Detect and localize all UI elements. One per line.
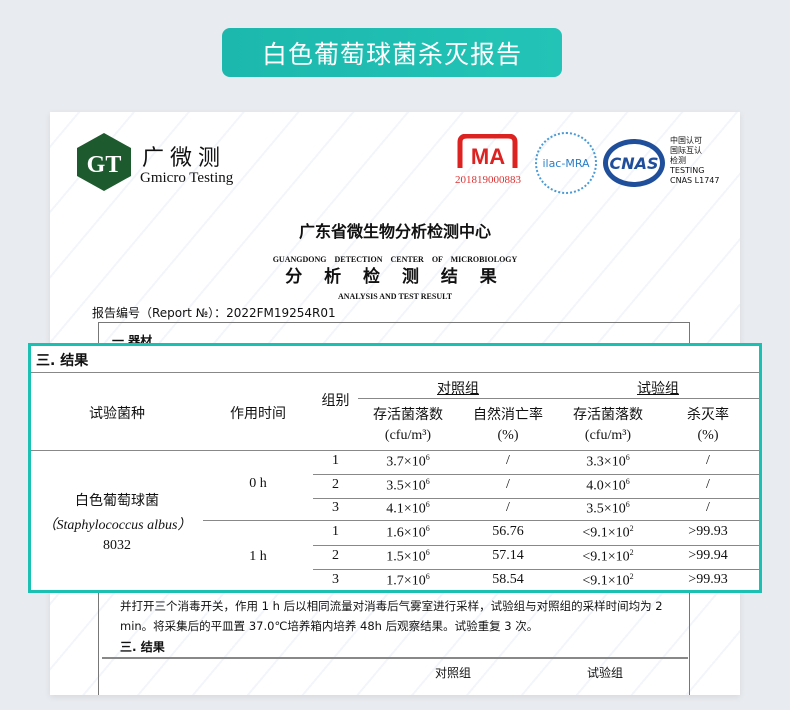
header-test: 试验组 (637, 381, 679, 397)
cell-control-cfu: 3.7×106 (386, 453, 430, 470)
cell-control-cfu: 4.1×106 (386, 500, 430, 518)
header-control-cfu: 存活菌落数 (373, 407, 443, 423)
header-species: 试验菌种 (89, 406, 145, 422)
cell-kill-rate: / (706, 453, 710, 468)
results-section-title: 三. 结果 (36, 353, 89, 369)
section-results: 三. 结果 (120, 640, 165, 654)
brand-name-cn: 广微测 (142, 146, 227, 171)
cell-kill-rate: / (706, 476, 710, 492)
cma-number: 201819000883 (455, 174, 521, 186)
gt-logo-icon: GT (77, 133, 131, 191)
cell-group: 3 (332, 500, 339, 516)
species-latin: （Staphylococcus albus） (42, 518, 192, 533)
header-control-cfu-unit: (cfu/m³) (384, 428, 432, 443)
row-divider (313, 545, 759, 547)
row-divider (313, 568, 759, 570)
species-cn: 白色葡萄球菌 (75, 493, 159, 509)
cell-test-cfu: 3.3×106 (586, 453, 630, 470)
doc-title-cn: 分 析 检 测 结 果 (285, 267, 505, 287)
cell-kill-rate: / (706, 500, 710, 516)
cell-test-cfu: <9.1×102 (582, 524, 634, 541)
partial-header-test: 试验组 (587, 666, 624, 680)
cnas-logo-icon: CNAS (603, 139, 665, 187)
header-kill-unit: (%) (697, 428, 719, 443)
cma-logo-icon: MA (457, 134, 518, 169)
header-control: 对照组 (437, 381, 479, 397)
cell-group: 2 (332, 547, 339, 563)
species-code: 8032 (103, 538, 131, 553)
cell-group: 2 (332, 476, 339, 492)
results-table-highlight: 三. 结果 试验菌种 作用时间 组别 对照组 试验组 存活菌落数 (cfu/m³… (28, 343, 762, 593)
org-name-cn: 广东省微生物分析检测中心 (298, 222, 491, 241)
header-group: 组别 (321, 393, 350, 409)
header-natural-decay: 自然消亡率 (473, 407, 543, 423)
time-1h: 1 h (249, 549, 267, 564)
cell-test-cfu: <9.1×102 (582, 571, 634, 589)
cell-natural-decay: 57.14 (492, 547, 524, 563)
cell-natural-decay: 58.54 (492, 571, 524, 587)
cell-control-cfu: 1.5×106 (386, 547, 430, 565)
cell-control-cfu: 1.7×106 (386, 571, 430, 589)
brand-name-en: Gmicro Testing (140, 170, 234, 186)
cell-natural-decay: / (506, 500, 510, 516)
svg-text:MA: MA (471, 144, 505, 169)
header-test-cfu-unit: (cfu/m³) (584, 428, 632, 443)
cell-group: 1 (332, 524, 339, 540)
cell-natural-decay: / (506, 453, 510, 468)
method-paragraph: 并打开三个消毒开关，作用 1 h 后以相同流量对消毒后气雾室进行采样，试验组与对… (120, 599, 663, 633)
svg-text:GT: GT (87, 152, 122, 178)
cell-test-cfu: 3.5×106 (586, 500, 630, 518)
header-time: 作用时间 (230, 406, 286, 422)
cell-kill-rate: >99.94 (688, 547, 728, 563)
cell-natural-decay: / (506, 476, 510, 492)
cnas-accreditation-text: 中国认可 国际互认 检测 TESTING CNAS L1747 (670, 136, 720, 185)
header-kill-rate: 杀灭率 (687, 407, 729, 423)
report-number: 报告编号（Report №）：2022FM19254R01 (92, 306, 336, 320)
cell-test-cfu: 4.0×106 (586, 476, 630, 494)
divider (102, 657, 688, 659)
cell-kill-rate: >99.93 (688, 571, 728, 587)
row-divider (313, 497, 759, 499)
cell-natural-decay: 56.76 (492, 524, 524, 540)
cell-control-cfu: 3.5×106 (386, 476, 430, 494)
header-natural-unit: (%) (497, 428, 519, 443)
cell-group: 3 (332, 571, 339, 587)
header-test-cfu: 存活菌落数 (573, 407, 643, 423)
page-banner-title: 白色葡萄球菌杀灭报告 (222, 28, 562, 77)
partial-header-control: 对照组 (435, 666, 472, 680)
cell-group: 1 (332, 453, 339, 468)
ilac-mra-logo-icon: ilac-MRA (535, 132, 597, 194)
cell-kill-rate: >99.93 (688, 524, 728, 540)
time-0h: 0 h (249, 476, 267, 491)
cell-control-cfu: 1.6×106 (386, 524, 430, 541)
row-divider (313, 474, 759, 475)
doc-title-en: ANALYSIS AND TEST RESULT (337, 292, 453, 301)
cell-test-cfu: <9.1×102 (582, 547, 634, 565)
